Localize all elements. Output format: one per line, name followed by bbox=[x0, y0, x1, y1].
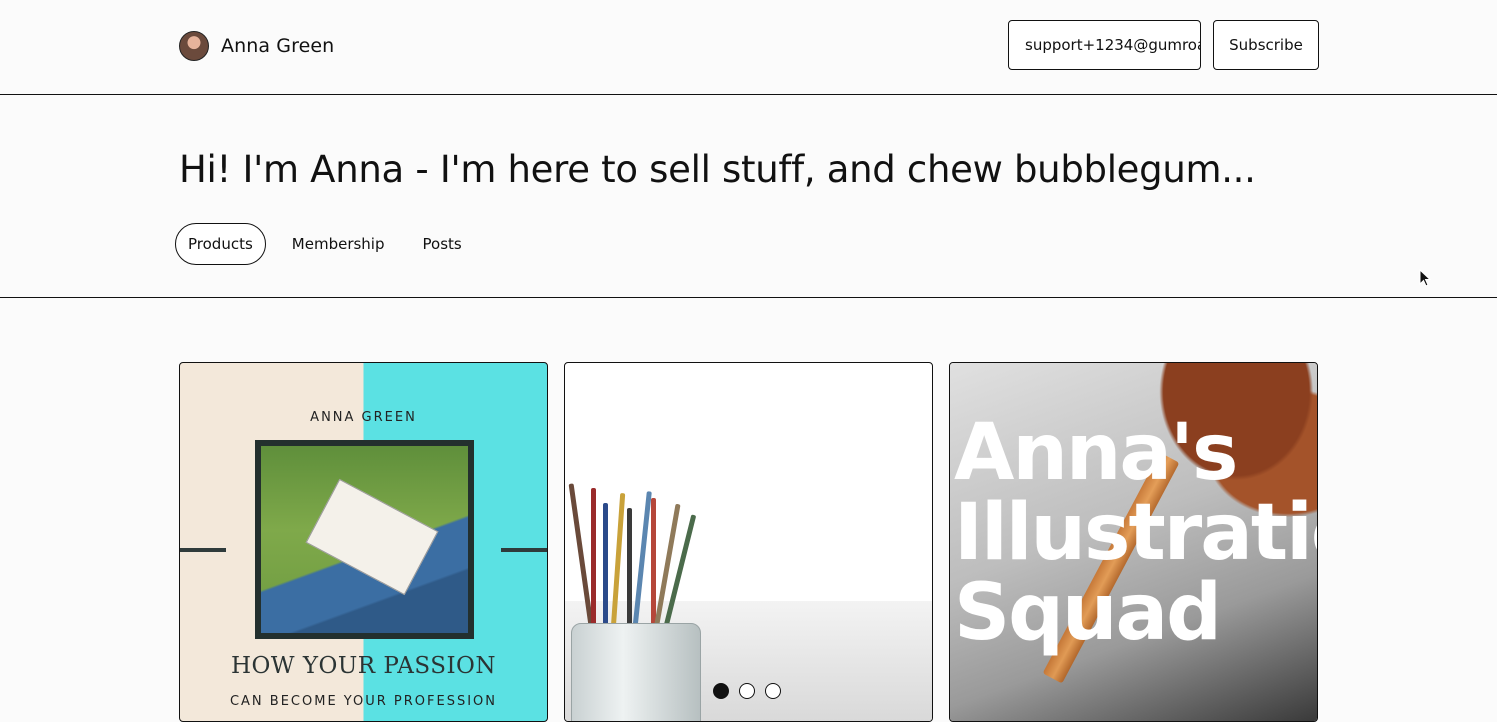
creator-name: Anna Green bbox=[221, 35, 335, 57]
product-cover-title: HOW YOUR PASSION bbox=[230, 653, 497, 679]
carousel-dot-2[interactable] bbox=[739, 683, 755, 699]
product-cover-author: ANNA GREEN bbox=[310, 410, 417, 425]
cover-title-text: Anna's Illustration Squad bbox=[954, 408, 1317, 658]
tab-products[interactable]: Products bbox=[175, 223, 266, 265]
product-card-illustration-squad[interactable]: Anna's Illustration Squad bbox=[949, 362, 1318, 722]
profile-headline: Hi! I'm Anna - I'm here to sell stuff, a… bbox=[179, 148, 1256, 191]
creator-avatar bbox=[179, 31, 209, 61]
brush-image bbox=[591, 488, 596, 638]
cover-divider-right bbox=[501, 548, 547, 552]
tab-posts[interactable]: Posts bbox=[411, 223, 474, 265]
writing-photo bbox=[261, 446, 468, 633]
product-card-brushes[interactable] bbox=[564, 362, 933, 722]
product-card-passion[interactable]: ANNA GREEN HOW YOUR PASSION CAN BECOME Y… bbox=[179, 362, 548, 722]
product-cover-title: Anna's Illustration Squad bbox=[954, 408, 1317, 658]
carousel-dot-3[interactable] bbox=[765, 683, 781, 699]
creator-brand[interactable]: Anna Green bbox=[179, 30, 334, 62]
cover-divider-left bbox=[180, 548, 226, 552]
site-header: Anna Green support+1234@gumroad.com Subs… bbox=[0, 0, 1497, 95]
tab-membership[interactable]: Membership bbox=[280, 223, 397, 265]
notebook-illustration bbox=[305, 478, 439, 596]
product-cover-photo bbox=[255, 440, 474, 639]
profile-hero: Hi! I'm Anna - I'm here to sell stuff, a… bbox=[0, 95, 1497, 298]
email-button[interactable]: support+1234@gumroad.com bbox=[1008, 20, 1201, 70]
profile-tabs: Products Membership Posts bbox=[175, 223, 488, 265]
carousel-dot-1[interactable] bbox=[713, 683, 729, 699]
subscribe-button[interactable]: Subscribe bbox=[1213, 20, 1319, 70]
product-cover-subtitle: CAN BECOME YOUR PROFESSION bbox=[229, 694, 498, 709]
carousel-dots bbox=[713, 683, 791, 699]
brush-image bbox=[603, 503, 608, 643]
brush-jar-image bbox=[571, 623, 701, 721]
mouse-cursor-icon bbox=[1419, 269, 1431, 287]
